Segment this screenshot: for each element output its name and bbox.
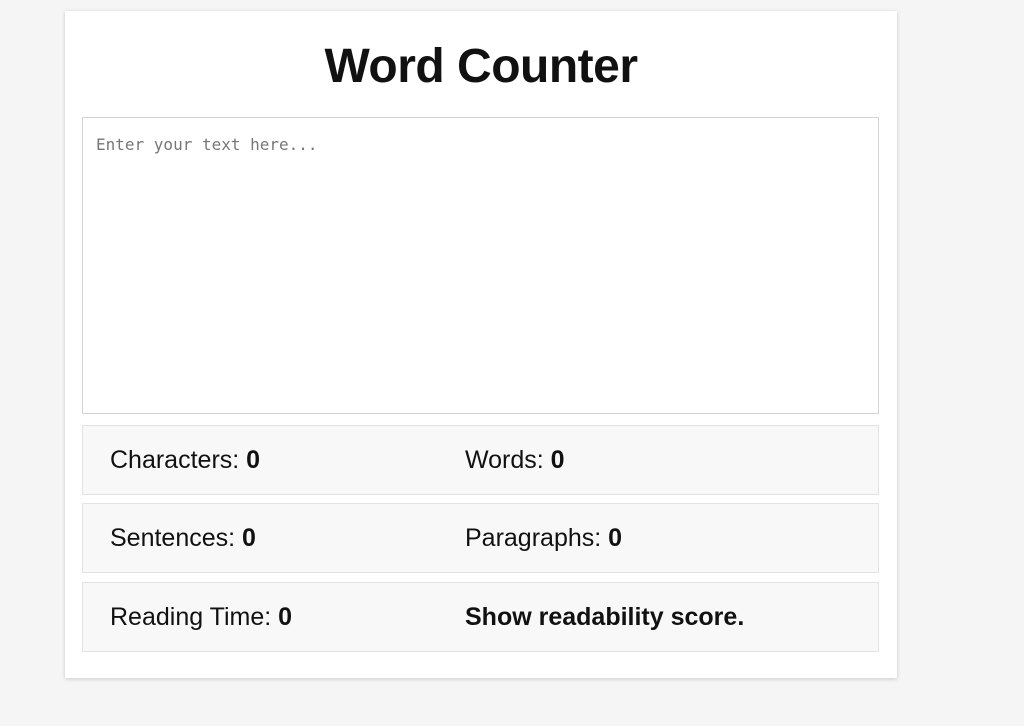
words-stat: Words: 0: [465, 426, 565, 494]
stats-row-3: Reading Time: 0 Show readability score.: [82, 582, 879, 652]
characters-count: 0: [246, 446, 261, 474]
sentences-label: Sentences:: [110, 524, 243, 552]
reading-time-value: 0: [278, 603, 293, 631]
stats-row-2: Sentences: 0 Paragraphs: 0: [82, 503, 879, 573]
text-input[interactable]: [82, 117, 879, 414]
reading-time-label: Reading Time:: [110, 603, 279, 631]
sentences-count: 0: [242, 524, 256, 552]
paragraphs-count: 0: [608, 524, 623, 552]
characters-label: Characters:: [110, 446, 247, 474]
characters-stat: Characters: 0: [110, 426, 260, 494]
words-count: 0: [550, 446, 565, 474]
reading-time-stat: Reading Time: 0: [110, 583, 292, 651]
words-label: Words:: [465, 446, 551, 474]
show-readability-link[interactable]: Show readability score.: [465, 603, 744, 631]
paragraphs-stat: Paragraphs: 0: [465, 504, 622, 572]
readability-stat: Show readability score.: [465, 583, 744, 651]
paragraphs-label: Paragraphs:: [465, 524, 609, 552]
word-counter-card: Word Counter Characters: 0 Words: 0 Sent…: [65, 11, 897, 678]
page-title: Word Counter: [324, 40, 638, 93]
sentences-stat: Sentences: 0: [110, 504, 256, 572]
stats-row-1: Characters: 0 Words: 0: [82, 425, 879, 495]
